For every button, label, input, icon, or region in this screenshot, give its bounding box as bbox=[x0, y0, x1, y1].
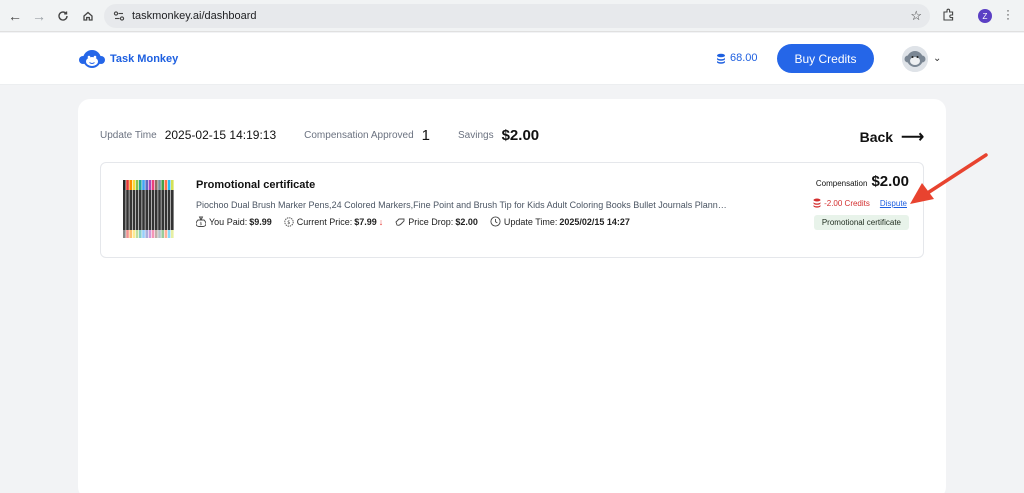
bookmark-star-icon[interactable]: ☆ bbox=[910, 8, 922, 24]
brand-logo[interactable]: Task Monkey bbox=[78, 47, 178, 71]
monkey-logo-icon bbox=[79, 50, 105, 68]
update-time-label: Update Time bbox=[100, 129, 157, 141]
price-drop: Price Drop: $2.00 bbox=[395, 217, 478, 227]
site-settings-icon[interactable] bbox=[112, 9, 126, 23]
back-button[interactable]: Back ⟶ bbox=[860, 127, 924, 147]
dashboard-card: Update Time 2025-02-15 14:19:13 Compensa… bbox=[78, 99, 946, 493]
url-text: taskmonkey.ai/dashboard bbox=[132, 10, 257, 22]
item-update-time: Update Time: 2025/02/15 14:27 bbox=[490, 216, 630, 227]
svg-text:$: $ bbox=[287, 220, 290, 226]
user-avatar[interactable] bbox=[902, 46, 928, 72]
item-title: Promotional certificate bbox=[196, 179, 316, 191]
browser-menu-icon[interactable]: · · · bbox=[1006, 4, 1010, 24]
credit-balance-value: 68.00 bbox=[730, 52, 758, 64]
compensation-label: Compensation bbox=[815, 179, 868, 188]
coin-stack-icon bbox=[813, 198, 821, 208]
arrow-down-icon: ↓ bbox=[378, 216, 384, 227]
coin-stack-icon bbox=[717, 53, 725, 64]
savings-label: Savings bbox=[458, 129, 494, 141]
summary-bar: Update Time 2025-02-15 14:19:13 Compensa… bbox=[100, 125, 924, 145]
negative-credits: -2.00 Credits bbox=[813, 198, 870, 208]
compensation-approved-label: Compensation Approved bbox=[304, 129, 414, 141]
you-paid: $ You Paid: $9.99 bbox=[196, 216, 272, 227]
annotation-arrow-icon bbox=[910, 153, 988, 204]
item-stats: $ You Paid: $9.99 $ Current Price: $7.99 ↓ … bbox=[196, 216, 642, 227]
monkey-avatar-icon bbox=[902, 46, 928, 72]
home-icon[interactable] bbox=[79, 7, 97, 25]
credit-adjustment: -2.00 Credits Dispute bbox=[813, 198, 907, 208]
status-badge: Promotional certificate bbox=[813, 215, 909, 230]
credit-balance: 68.00 bbox=[716, 52, 758, 64]
address-bar[interactable]: taskmonkey.ai/dashboard ☆ bbox=[104, 4, 930, 28]
discount-hand-icon bbox=[395, 218, 405, 226]
arrow-right-icon: ⟶ bbox=[901, 129, 924, 146]
compensation-approved-value: 1 bbox=[421, 126, 431, 144]
brand-name: Task Monkey bbox=[110, 53, 179, 65]
reload-icon[interactable] bbox=[54, 7, 72, 25]
browser-profile-avatar[interactable]: Z bbox=[978, 9, 992, 23]
back-arrow-icon[interactable]: ← bbox=[6, 7, 24, 25]
back-label: Back bbox=[859, 129, 894, 145]
current-price: $ Current Price: $7.99 ↓ bbox=[284, 216, 384, 227]
forward-arrow-icon[interactable]: → bbox=[30, 7, 48, 25]
money-bag-icon: $ bbox=[196, 216, 206, 227]
product-thumbnail bbox=[119, 176, 179, 244]
app-header: Task Monkey 68.00 Buy Credits ⌄ bbox=[0, 33, 1024, 85]
price-tag-icon: $ bbox=[284, 216, 294, 227]
svg-text:$: $ bbox=[200, 221, 203, 227]
update-time-value: 2025-02-15 14:19:13 bbox=[164, 128, 277, 142]
browser-toolbar: ← → taskmonkey.ai/dashboard ☆ Z · · · bbox=[0, 0, 1024, 32]
clock-icon bbox=[490, 216, 501, 227]
extensions-icon[interactable] bbox=[942, 8, 956, 22]
item-description: Piochoo Dual Brush Marker Pens,24 Colore… bbox=[196, 200, 727, 210]
compensation-item[interactable]: Promotional certificate Piochoo Dual Bru… bbox=[100, 162, 924, 258]
savings-value: $2.00 bbox=[501, 126, 540, 144]
chevron-down-icon[interactable]: ⌄ bbox=[933, 53, 941, 64]
buy-credits-button[interactable]: Buy Credits bbox=[777, 44, 874, 73]
